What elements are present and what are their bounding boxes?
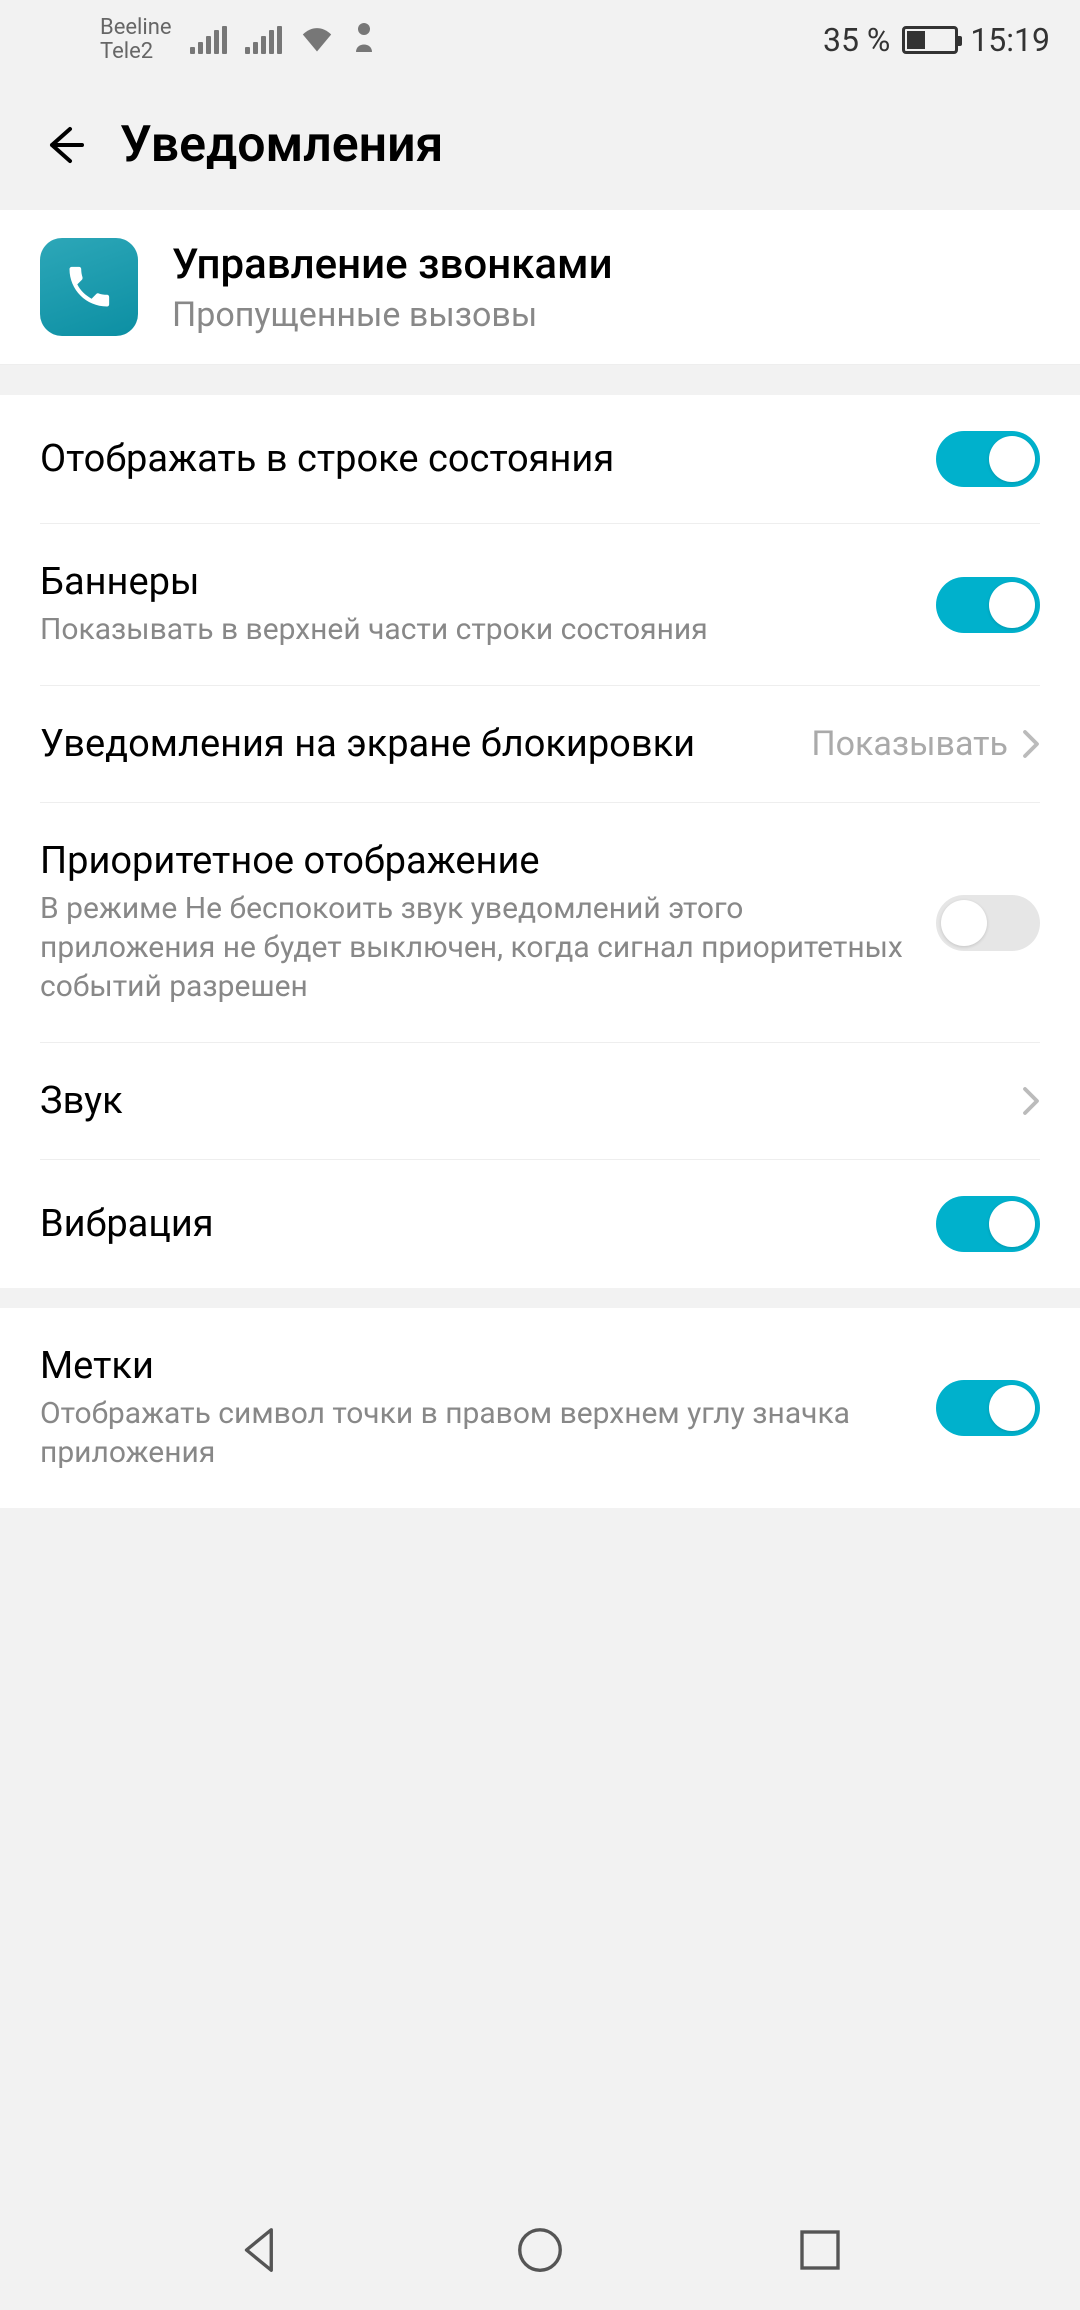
status-bar: Beeline Tele2 35 % 15:19 [0, 0, 1080, 80]
toggle-priority[interactable] [936, 895, 1040, 951]
row-title: Баннеры [40, 560, 906, 604]
navigation-bar [0, 2190, 1080, 2310]
row-title: Метки [40, 1344, 906, 1388]
row-value: Показывать [811, 724, 1008, 764]
chevron-right-icon [1022, 729, 1040, 759]
nav-back-button[interactable] [233, 2223, 287, 2277]
carrier-1: Beeline [100, 16, 172, 40]
app-info-row[interactable]: Управление звонками Пропущенные вызовы [0, 210, 1080, 365]
section-divider [0, 365, 1080, 395]
page-title: Уведомления [120, 116, 443, 174]
carrier-2: Tele2 [100, 40, 172, 64]
row-title: Приоритетное отображение [40, 839, 906, 883]
row-title: Вибрация [40, 1202, 906, 1246]
settings-list-1: Отображать в строке состояния Баннеры По… [0, 395, 1080, 1288]
nav-recent-button[interactable] [793, 2223, 847, 2277]
app-title: Управление звонками [172, 240, 613, 289]
carrier-names: Beeline Tele2 [100, 16, 172, 64]
toggle-show-in-status-bar[interactable] [936, 431, 1040, 487]
status-right: 35 % 15:19 [823, 21, 1050, 59]
row-vibration[interactable]: Вибрация [40, 1160, 1040, 1288]
app-subtitle: Пропущенные вызовы [172, 295, 613, 335]
chevron-right-icon [1022, 1086, 1040, 1116]
toggle-banners[interactable] [936, 577, 1040, 633]
section-divider [0, 1288, 1080, 1308]
row-badges[interactable]: Метки Отображать символ точки в правом в… [40, 1308, 1040, 1508]
battery-percent: 35 % [823, 21, 890, 59]
header: Уведомления [0, 80, 1080, 210]
nav-home-button[interactable] [513, 2223, 567, 2277]
row-subtitle: Отображать символ точки в правом верхнем… [40, 1394, 906, 1472]
row-title: Отображать в строке состояния [40, 437, 906, 481]
row-subtitle: В режиме Не беспокоить звук уведомлений … [40, 889, 906, 1006]
status-left: Beeline Tele2 [100, 16, 376, 64]
notification-icon [352, 22, 376, 59]
signal-icon-2 [245, 26, 282, 54]
wifi-icon [300, 26, 334, 54]
row-title: Звук [40, 1079, 992, 1123]
settings-list-2: Метки Отображать символ точки в правом в… [0, 1308, 1080, 1508]
row-priority-display[interactable]: Приоритетное отображение В режиме Не бес… [40, 803, 1040, 1043]
toggle-vibration[interactable] [936, 1196, 1040, 1252]
phone-app-icon [40, 238, 138, 336]
toggle-badges[interactable] [936, 1380, 1040, 1436]
row-sound[interactable]: Звук [40, 1043, 1040, 1160]
back-button[interactable] [30, 111, 98, 179]
row-subtitle: Показывать в верхней части строки состоя… [40, 610, 906, 649]
row-lockscreen-notifications[interactable]: Уведомления на экране блокировки Показыв… [40, 686, 1040, 803]
row-banners[interactable]: Баннеры Показывать в верхней части строк… [40, 524, 1040, 686]
battery-icon [902, 26, 958, 54]
signal-icon-1 [190, 26, 227, 54]
clock: 15:19 [970, 21, 1050, 59]
row-title: Уведомления на экране блокировки [40, 722, 781, 766]
row-show-in-status-bar[interactable]: Отображать в строке состояния [40, 395, 1040, 524]
